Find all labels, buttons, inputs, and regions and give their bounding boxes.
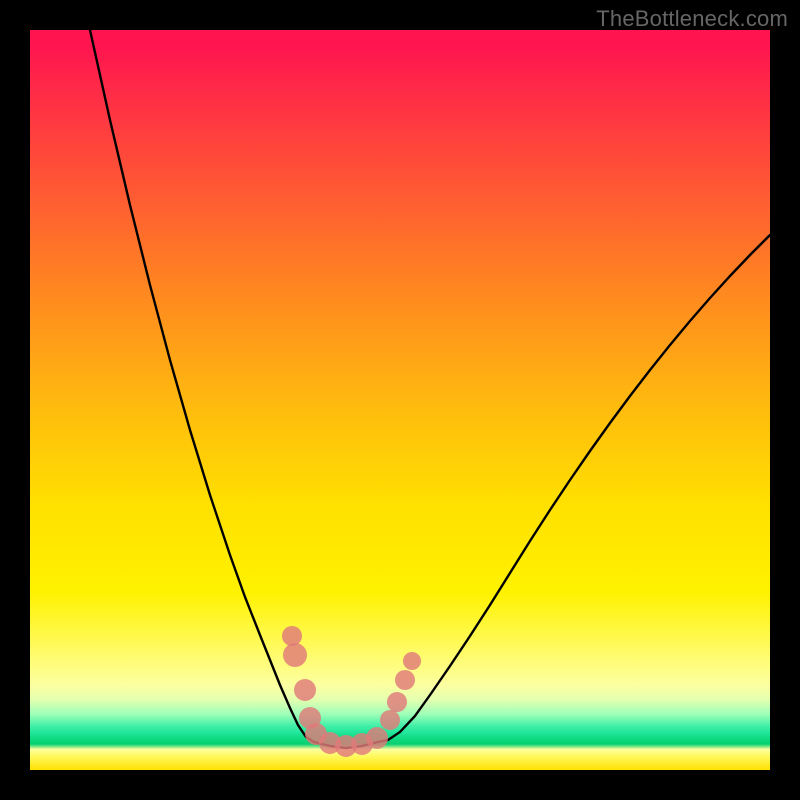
data-marker <box>283 643 307 667</box>
left-curve <box>90 30 314 742</box>
watermark-text: TheBottleneck.com <box>596 6 788 32</box>
data-marker <box>380 710 400 730</box>
data-marker <box>395 670 415 690</box>
chart-frame: TheBottleneck.com <box>0 0 800 800</box>
plot-area <box>30 30 770 770</box>
data-marker <box>403 652 421 670</box>
data-marker <box>387 692 407 712</box>
data-marker <box>282 626 302 646</box>
marker-group <box>282 626 421 757</box>
curve-overlay <box>30 30 770 770</box>
right-curve <box>378 235 770 742</box>
data-marker <box>294 679 316 701</box>
data-marker <box>366 727 388 749</box>
